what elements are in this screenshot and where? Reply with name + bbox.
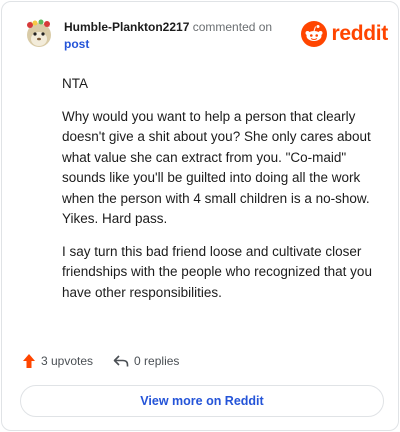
- comment-footer: 3 upvotes 0 replies: [22, 352, 199, 370]
- comment-header: Humble-Plankton2217 commented on post re…: [22, 17, 388, 57]
- comment-paragraph: NTA: [62, 76, 88, 91]
- reddit-brand[interactable]: reddit: [301, 20, 388, 48]
- comment-meta: Humble-Plankton2217 commented on post: [64, 19, 304, 53]
- embed-card: Humble-Plankton2217 commented on post re…: [1, 1, 399, 431]
- reply-arrow-icon: [113, 355, 129, 367]
- upvote-button[interactable]: 3 upvotes: [22, 353, 93, 369]
- view-more-button[interactable]: View more on Reddit: [20, 385, 384, 417]
- reply-count: 0 replies: [134, 354, 180, 368]
- brand-wordmark: reddit: [331, 22, 388, 45]
- comment-paragraph: Why would you want to help a person that…: [62, 108, 371, 227]
- reddit-logo-icon: [301, 21, 328, 47]
- post-link[interactable]: post: [64, 36, 304, 53]
- upvote-arrow-icon: [23, 354, 35, 368]
- comment-body: NTA Why would you want to help a person …: [62, 74, 384, 315]
- author-name[interactable]: Humble-Plankton2217: [64, 20, 189, 34]
- action-text: commented on: [192, 20, 273, 34]
- upvote-count: 3 upvotes: [41, 354, 94, 368]
- snoo-avatar-icon[interactable]: [22, 17, 56, 51]
- comment-paragraph: I say turn this bad friend loose and cul…: [62, 243, 372, 300]
- reply-button[interactable]: 0 replies: [113, 354, 179, 368]
